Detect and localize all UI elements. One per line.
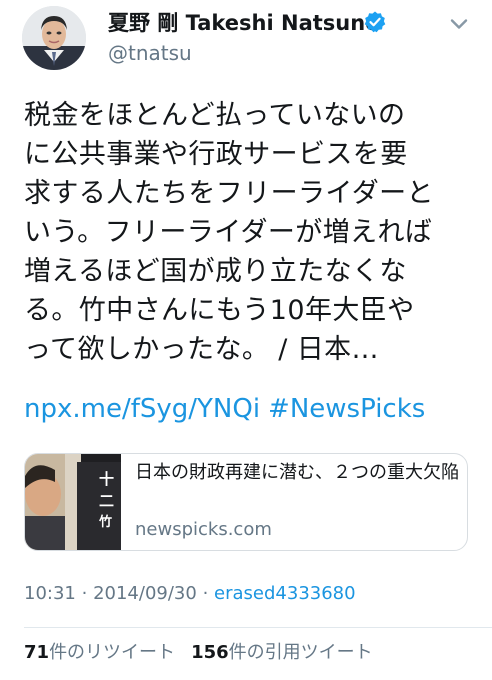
quotes-count: 156: [191, 642, 229, 663]
card-thumb-text: 十 二 竹: [99, 470, 115, 530]
quotes-stat[interactable]: 156件の引用ツイート: [191, 642, 373, 663]
tweet-links: npx.me/fSyg/YNQi #NewsPicks: [24, 391, 433, 427]
divider: [24, 627, 492, 628]
chevron-down-icon[interactable]: [447, 12, 471, 36]
tweet-text-line: に公共事業や行政サービスを要: [24, 139, 408, 170]
tweet-text-line: 求する人たちをフリーライダーと: [24, 178, 434, 209]
user-avatar: [22, 6, 86, 70]
short-link[interactable]: npx.me/fSyg/YNQi: [24, 394, 260, 424]
card-thumbnail: 十 二 竹: [25, 454, 121, 550]
retweets-label: 件のリツイート: [49, 642, 176, 663]
tweet-source-link[interactable]: erased4333680: [214, 583, 356, 604]
verified-badge-icon: [363, 10, 387, 34]
card-title: 日本の財政再建に潜む、２つの重大欠陥: [135, 462, 459, 483]
card-domain: newspicks.com: [135, 519, 272, 540]
retweets-stat[interactable]: 71件のリツイート: [24, 642, 175, 663]
tweet-text-line: 増えるほど国が成り立たなくな: [24, 256, 407, 287]
tweet-text: 税金をほとんど払っていないの に公共事業や行政サービスを要 求する人たちをフリー…: [24, 96, 476, 369]
tweet-text-line: って欲しかったな。 / 日本…: [24, 334, 379, 365]
tweet-stats: 71件のリツイート 156件の引用ツイート: [24, 641, 373, 665]
tweet: 夏野 剛 Takeshi Natsuno @tnatsu 税金をほとんど払ってい…: [0, 0, 492, 680]
retweets-count: 71: [24, 642, 50, 663]
quotes-label: 件の引用ツイート: [228, 642, 373, 663]
tweet-text-line: る。竹中さんにもう10年大臣や: [24, 295, 415, 326]
avatar[interactable]: [22, 6, 86, 70]
tweet-text-line: 税金をほとんど払っていないの: [24, 100, 406, 131]
tweet-date: 2014/09/30: [93, 583, 197, 604]
user-handle[interactable]: @tnatsu: [108, 40, 192, 66]
tweet-time: 10:31: [24, 583, 76, 604]
meta-separator: ·: [202, 583, 209, 604]
meta-separator: ·: [81, 583, 88, 604]
link-card[interactable]: 十 二 竹 日本の財政再建に潜む、２つの重大欠陥 newspicks.com: [24, 453, 468, 551]
display-name[interactable]: 夏野 剛 Takeshi Natsuno: [108, 10, 380, 36]
tweet-meta: 10:31 · 2014/09/30 · erased4333680: [24, 582, 356, 606]
tweet-text-line: いう。フリーライダーが増えれば: [24, 217, 433, 248]
hashtag-link[interactable]: #NewsPicks: [268, 394, 425, 424]
